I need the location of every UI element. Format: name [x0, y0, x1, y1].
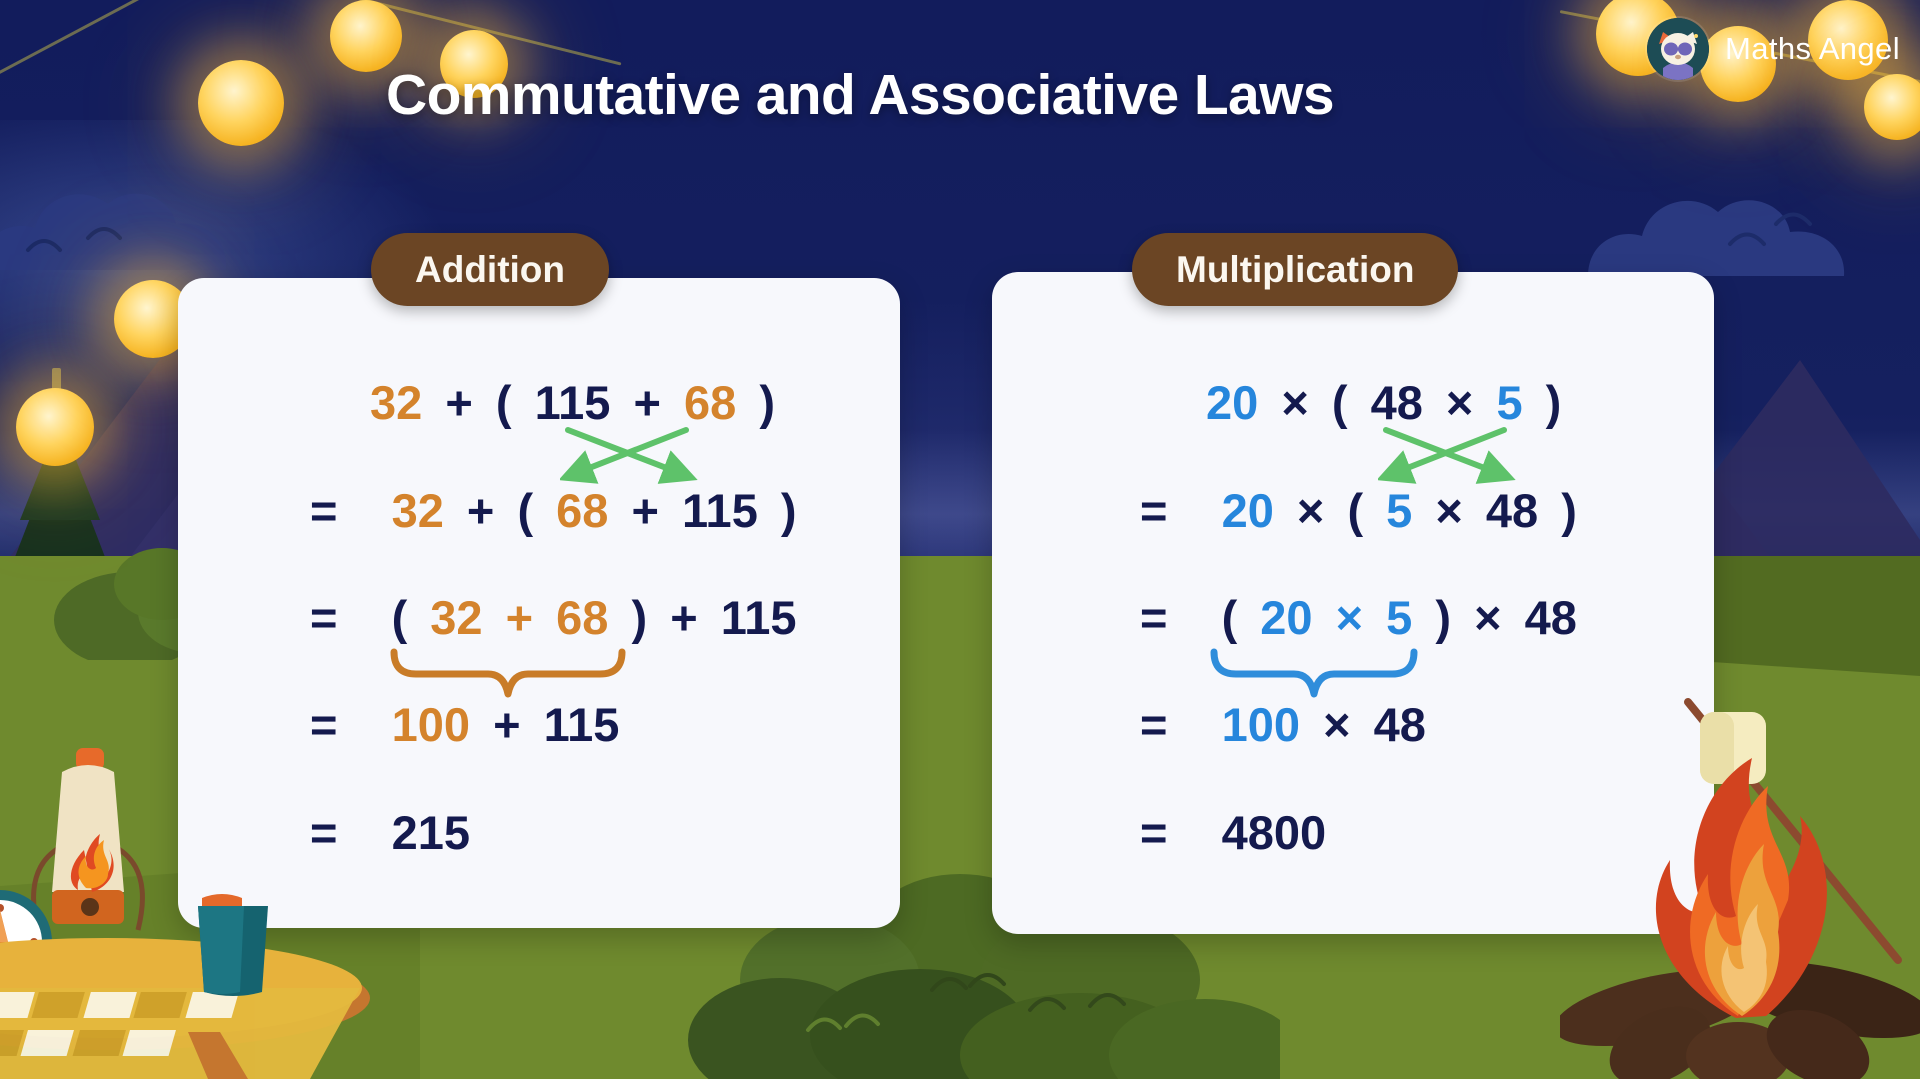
multiplication-l2-term-1: 20 — [1221, 484, 1274, 537]
addition-l4-operator-1: + — [493, 698, 521, 751]
addition-l1-term-1: 32 — [370, 376, 423, 429]
multiplication-line-4: = 100 × 48 — [1140, 697, 1436, 752]
multiplication-card-title: Multiplication — [1132, 233, 1459, 306]
brand-logo: Maths Angel — [1646, 18, 1900, 80]
addition-group-brace-icon — [390, 648, 626, 698]
addition-l4-term-1: 100 — [391, 698, 470, 751]
addition-l3-left-paren: ( — [391, 591, 408, 644]
addition-l2-equals: = — [310, 484, 338, 537]
multiplication-line-3: = ( 20 × 5 ) × 48 — [1140, 590, 1587, 645]
multiplication-l3-term-2: 5 — [1386, 591, 1413, 644]
multiplication-l4-term-1: 100 — [1221, 698, 1300, 751]
addition-l2-term-1: 32 — [391, 484, 444, 537]
multiplication-l4-term-2: 48 — [1373, 698, 1426, 751]
multiplication-l3-operator-2: × — [1474, 591, 1502, 644]
multiplication-result: 4800 — [1221, 806, 1327, 859]
multiplication-l2-term-2: 5 — [1386, 484, 1413, 537]
addition-swap-arrows-icon — [560, 427, 698, 484]
multiplication-l3-right-paren: ) — [1435, 591, 1452, 644]
multiplication-l4-equals: = — [1140, 698, 1168, 751]
addition-l1-term-3: 68 — [683, 376, 737, 429]
multiplication-l1-term-2: 48 — [1370, 376, 1423, 429]
addition-l1-left-paren: ( — [495, 376, 512, 429]
addition-l1-right-paren: ) — [759, 376, 775, 429]
addition-l2-left-paren: ( — [517, 484, 534, 537]
addition-l1-operator-1: + — [445, 376, 473, 429]
addition-l3-term-1: 32 — [430, 591, 483, 644]
addition-l1-operator-2: + — [633, 376, 661, 429]
addition-l2-term-3: 115 — [682, 484, 758, 537]
multiplication-l2-operator-1: × — [1296, 484, 1325, 537]
multiplication-l2-right-paren: ) — [1561, 484, 1577, 537]
multiplication-line-2: = 20 × ( 5 × 48 ) — [1140, 483, 1587, 538]
addition-l3-operator-1: + — [505, 591, 534, 644]
multiplication-l2-equals: = — [1140, 484, 1168, 537]
multiplication-l1-term-1: 20 — [1206, 376, 1259, 429]
lantern-icon — [31, 748, 145, 931]
addition-l3-operator-2: + — [670, 591, 698, 644]
multiplication-l3-term-1: 20 — [1260, 591, 1313, 644]
addition-l2-operator-1: + — [466, 484, 495, 537]
page-title: Commutative and Associative Laws — [386, 63, 1335, 127]
multiplication-l2-left-paren: ( — [1347, 484, 1364, 537]
addition-card-title: Addition — [371, 233, 610, 306]
multiplication-l1-right-paren: ) — [1545, 376, 1562, 429]
multiplication-line-5: = 4800 — [1140, 805, 1336, 860]
mug-icon — [198, 894, 268, 996]
campfire-icon — [1560, 698, 1920, 1079]
multiplication-l3-equals: = — [1140, 591, 1168, 644]
addition-line-1: 32 + ( 115 + 68 ) — [370, 375, 785, 430]
multiplication-l3-term-3: 48 — [1524, 591, 1577, 644]
multiplication-swap-arrows-icon — [1378, 427, 1516, 484]
addition-l3-term-2: 68 — [556, 591, 609, 644]
multiplication-l1-term-3: 5 — [1496, 376, 1523, 429]
addition-l3-term-3: 115 — [720, 591, 797, 644]
multiplication-l4-operator-1: × — [1323, 698, 1351, 751]
addition-l3-equals: = — [310, 591, 338, 644]
fox-avatar-icon — [1646, 18, 1709, 80]
multiplication-l5-equals: = — [1140, 806, 1168, 859]
multiplication-l2-operator-2: × — [1435, 484, 1463, 537]
addition-l4-term-2: 115 — [543, 698, 620, 751]
multiplication-l3-operator-1: × — [1335, 591, 1364, 644]
multiplication-l1-operator-2: × — [1445, 376, 1474, 429]
addition-line-2: = 32 + ( 68 + 115 ) — [310, 483, 807, 538]
picnic-table-icon — [0, 748, 370, 1079]
multiplication-l1-left-paren: ( — [1331, 376, 1348, 429]
multiplication-l1-operator-1: × — [1281, 376, 1309, 429]
addition-l2-operator-2: + — [631, 484, 659, 537]
addition-l2-term-2: 68 — [556, 484, 609, 537]
addition-l2-right-paren: ) — [780, 484, 797, 537]
addition-line-3: = ( 32 + 68 ) + 115 — [310, 590, 807, 645]
addition-l3-right-paren: ) — [631, 591, 648, 644]
multiplication-l2-term-3: 48 — [1485, 484, 1539, 537]
addition-result: 215 — [391, 806, 470, 859]
multiplication-l3-left-paren: ( — [1221, 591, 1238, 644]
multiplication-line-1: 20 × ( 48 × 5 ) — [1206, 375, 1571, 430]
slide-canvas: Commutative and Associative Laws Maths A… — [0, 0, 1920, 1079]
brand-name: Maths Angel — [1724, 31, 1900, 66]
addition-l1-term-2: 115 — [534, 376, 611, 429]
multiplication-group-brace-icon — [1210, 648, 1418, 698]
